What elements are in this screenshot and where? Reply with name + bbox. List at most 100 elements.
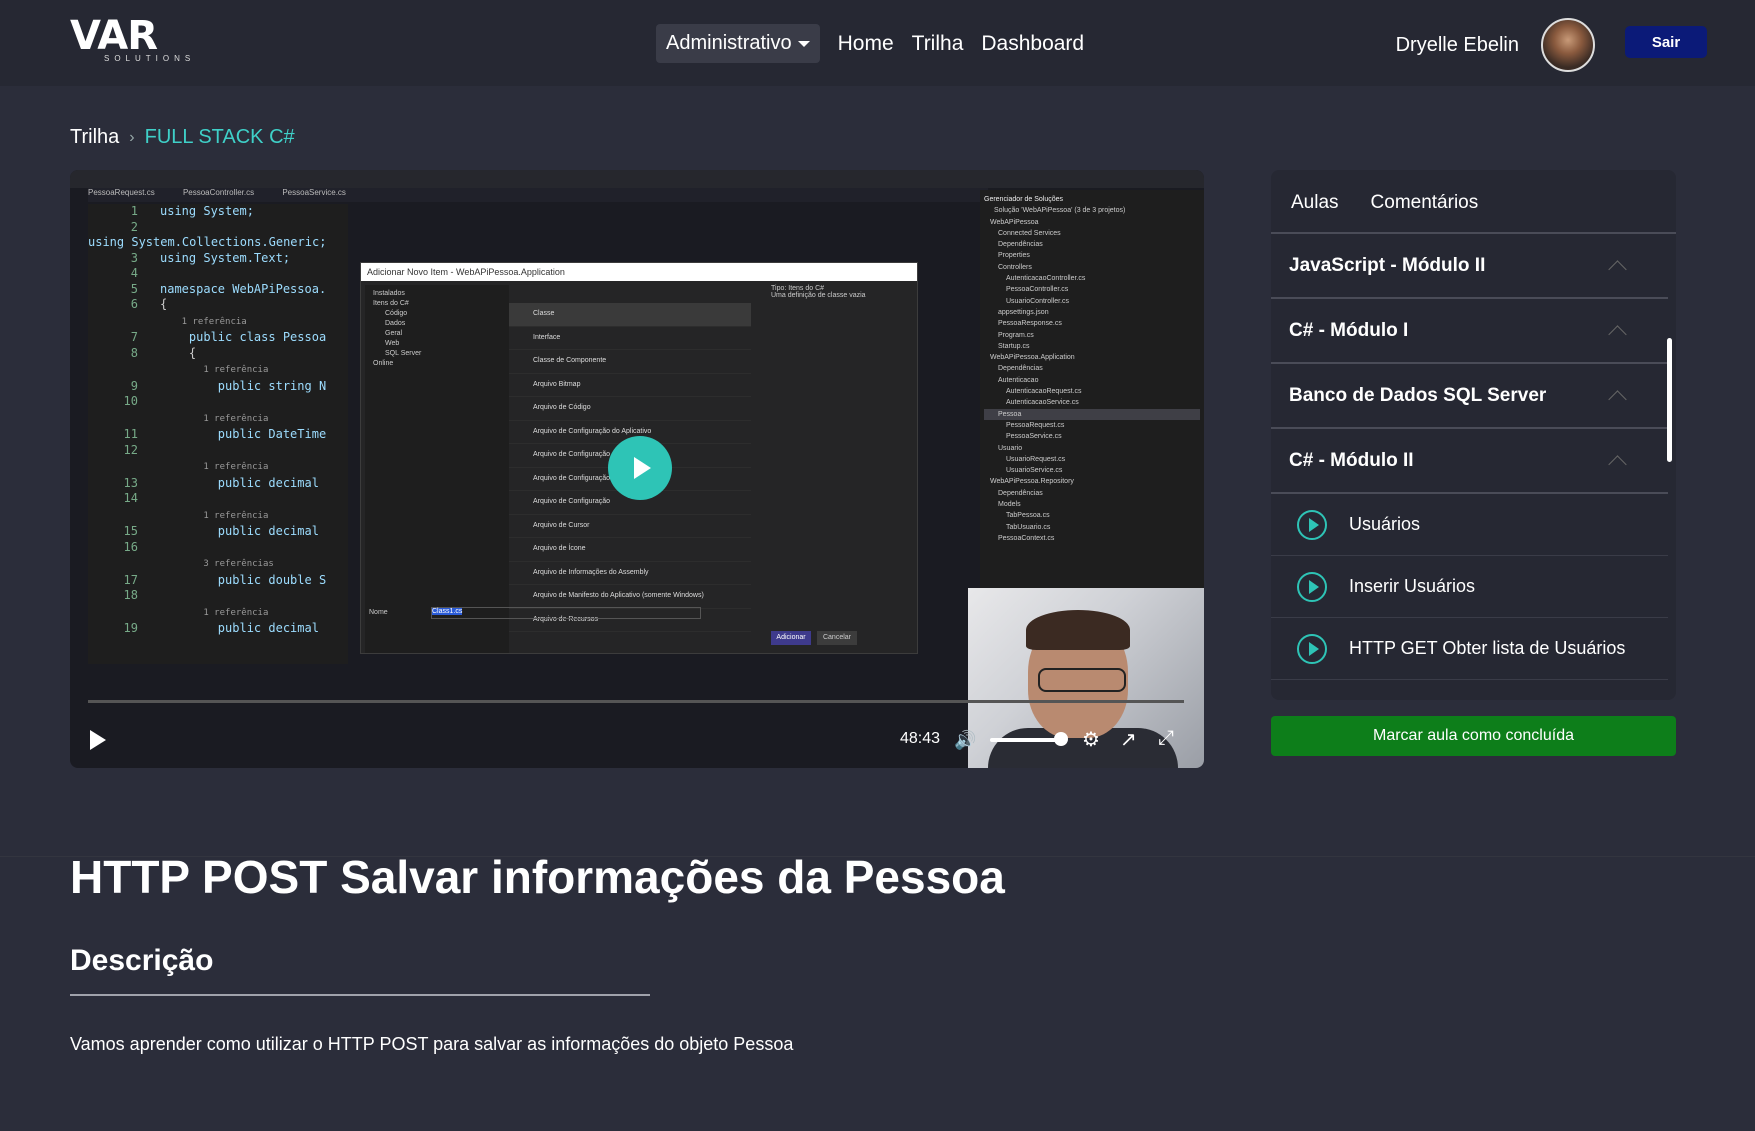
play-icon xyxy=(634,457,651,479)
popout-icon[interactable]: ↗ xyxy=(1120,727,1137,752)
dialog-item: Arquivo de Código xyxy=(509,397,751,421)
line-number: 19 xyxy=(123,621,138,635)
tab-aulas[interactable]: Aulas xyxy=(1291,192,1339,232)
code-line: 10 xyxy=(88,394,348,410)
code-text: public decimal xyxy=(160,524,319,538)
play-overlay-button[interactable] xyxy=(608,436,672,500)
code-line: 1 referência xyxy=(88,410,348,428)
nav-dashboard-link[interactable]: Dashboard xyxy=(981,32,1084,56)
dialog-tree-item: SQL Server xyxy=(385,350,422,357)
code-text: using System.Text; xyxy=(160,250,291,265)
module-item[interactable]: Banco de Dados SQL Server xyxy=(1271,364,1668,429)
code-text: public double S xyxy=(160,572,327,587)
code-line: 1 referência xyxy=(88,458,348,476)
volume-icon[interactable]: 🔊 xyxy=(954,730,976,751)
volume-slider[interactable] xyxy=(990,738,1060,742)
settings-icon[interactable]: ⚙ xyxy=(1082,727,1100,752)
code-text: 1 referência xyxy=(160,510,269,521)
dialog-name-label: Nome xyxy=(369,609,388,616)
play-circle-icon xyxy=(1297,571,1327,602)
video-player[interactable]: PessoaRequest.cs PessoaController.cs Pes… xyxy=(70,170,1204,768)
code-line: 16 xyxy=(88,540,348,556)
fullscreen-icon[interactable]: ⤢ xyxy=(1158,727,1174,750)
code-line: 14 xyxy=(88,491,348,507)
progress-bar[interactable] xyxy=(88,700,1184,703)
mark-complete-button[interactable]: Marcar aula como concluída xyxy=(1271,716,1676,756)
line-number: 9 xyxy=(130,378,138,393)
code-line: 1 referência xyxy=(88,361,348,379)
solution-item: PessoaService.cs xyxy=(1006,433,1062,441)
code-line: 19 public decimal xyxy=(88,621,348,637)
dialog-tree-item: Itens do C# xyxy=(373,300,409,307)
dialog-name-input: Class1.cs xyxy=(431,607,701,619)
breadcrumb-current: FULL STACK C# xyxy=(144,126,295,148)
lesson-item[interactable]: Usuários xyxy=(1271,494,1668,556)
code-line: 1 referência xyxy=(88,604,348,622)
line-number: 11 xyxy=(123,427,138,441)
logout-button[interactable]: Sair xyxy=(1625,26,1707,58)
solution-item: Pessoa xyxy=(984,408,1200,420)
vs-tabs: PessoaRequest.cs PessoaController.cs Pes… xyxy=(88,188,988,202)
solution-item: Solução 'WebAPiPessoa' (3 de 3 projetos) xyxy=(994,207,1126,215)
solution-item: PessoaRequest.cs xyxy=(1006,421,1065,429)
lesson-title: HTTP POST Salvar informações da Pessoa xyxy=(70,851,1005,903)
video-time: 48:43 xyxy=(900,730,941,747)
description-underline xyxy=(70,994,650,996)
lesson-item[interactable]: HTTP GET Obter lista de Usuários xyxy=(1271,618,1668,680)
lesson-label: Inserir Usuários xyxy=(1349,576,1476,596)
module-item[interactable]: JavaScript - Módulo II xyxy=(1271,234,1668,299)
solution-item: Controllers xyxy=(998,263,1032,271)
dialog-item: Arquivo de Manifesto do Aplicativo (some… xyxy=(509,585,751,609)
code-text: public DateTime xyxy=(160,427,327,441)
dialog-item: Arquivo de Ícone xyxy=(509,538,751,562)
avatar[interactable] xyxy=(1541,18,1595,72)
dialog-title: Adicionar Novo Item - WebAPiPessoa.Appli… xyxy=(361,263,917,281)
chevron-up-icon xyxy=(1608,260,1627,279)
play-icon[interactable] xyxy=(90,730,106,750)
nav-trilha-link[interactable]: Trilha xyxy=(912,32,964,56)
panel-scrollbar[interactable] xyxy=(1667,338,1672,462)
code-text: using System; xyxy=(160,204,254,218)
lesson-item[interactable]: Inserir Usuários xyxy=(1271,556,1668,618)
code-text: 3 referências xyxy=(160,559,274,569)
solution-item: UsuarioController.cs xyxy=(1006,297,1070,305)
code-line: 1 referência xyxy=(88,313,348,331)
code-line: 8 { xyxy=(88,346,348,362)
code-text: 1 referência xyxy=(160,462,269,472)
module-item[interactable]: C# - Módulo II xyxy=(1271,429,1668,494)
solution-item: appsettings.json xyxy=(998,308,1049,316)
code-text: using System.Collections.Generic; xyxy=(88,235,327,249)
solution-item: Dependências xyxy=(998,241,1043,249)
dialog-tree-item: Código xyxy=(385,310,408,317)
panel-tabs: Aulas Comentários xyxy=(1271,170,1676,234)
user-area: Dryelle Ebelin xyxy=(1396,18,1595,72)
dialog-item: Arquivo de Cursor xyxy=(509,515,751,538)
var-solutions-logo[interactable]: VAR SOLUTIONS xyxy=(70,16,200,70)
line-number: 18 xyxy=(123,588,138,602)
breadcrumb-trilha-link[interactable]: Trilha xyxy=(70,126,119,149)
dialog-tree-item: Dados xyxy=(385,320,406,327)
volume-knob[interactable] xyxy=(1054,732,1068,746)
solution-item: TabUsuario.cs xyxy=(1006,523,1051,531)
solution-item: Dependências xyxy=(998,365,1043,373)
line-number: 3 xyxy=(130,250,138,265)
module-item[interactable]: C# - Módulo I xyxy=(1271,299,1668,364)
dialog-add-button: Adicionar xyxy=(771,631,811,645)
lesson-label: Usuários xyxy=(1349,514,1421,534)
chevron-up-icon xyxy=(1608,390,1627,409)
administrativo-dropdown[interactable]: Administrativo xyxy=(656,24,820,63)
description-heading: Descrição xyxy=(70,944,214,977)
logo-subtext: SOLUTIONS xyxy=(104,54,196,63)
solution-item: Properties xyxy=(998,252,1030,260)
code-line: 15 public decimal xyxy=(88,524,348,540)
tab-comentarios[interactable]: Comentários xyxy=(1371,192,1479,232)
solution-item: AutenticacaoController.cs xyxy=(1006,275,1086,283)
line-number: 10 xyxy=(123,394,138,408)
lesson-label: HTTP GET Obter lista de Usuários xyxy=(1349,638,1626,658)
line-number: 12 xyxy=(123,442,138,457)
dialog-tree-item: Instalados xyxy=(373,290,405,297)
line-number: 8 xyxy=(130,345,138,360)
nav-home-link[interactable]: Home xyxy=(838,32,894,56)
play-circle-icon xyxy=(1297,509,1327,540)
code-text: public class Pessoa xyxy=(160,330,327,344)
